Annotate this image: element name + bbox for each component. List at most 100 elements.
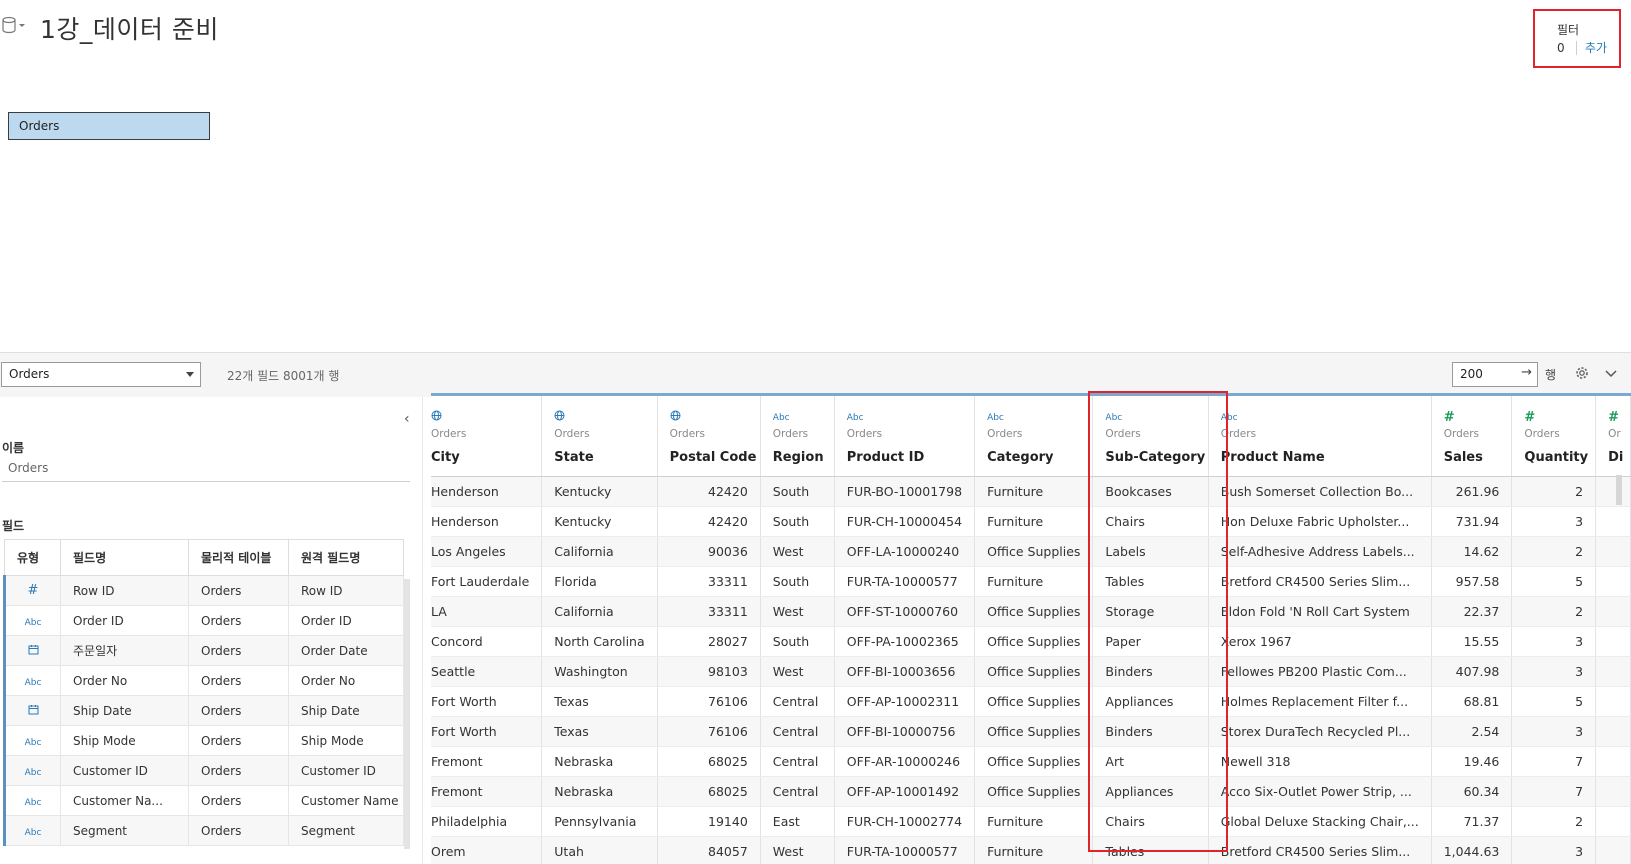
- table-cell[interactable]: [1595, 656, 1631, 687]
- table-cell[interactable]: California: [541, 596, 658, 627]
- table-cell[interactable]: Bookcases: [1092, 476, 1209, 507]
- field-name-cell[interactable]: Ship Date: [60, 695, 189, 726]
- table-cell[interactable]: 2: [1511, 596, 1597, 627]
- table-cell[interactable]: Orem: [431, 836, 543, 864]
- table-cell[interactable]: Fremont: [431, 746, 543, 777]
- string-type-icon[interactable]: Abc: [1221, 410, 1430, 426]
- table-cell[interactable]: Philadelphia: [431, 806, 543, 837]
- table-cell[interactable]: Appliances: [1092, 686, 1209, 717]
- table-cell[interactable]: 5: [1511, 686, 1597, 717]
- gear-icon[interactable]: [1574, 365, 1590, 381]
- table-cell[interactable]: 957.58: [1431, 566, 1513, 597]
- table-cell[interactable]: Bush Somerset Collection Bo...: [1208, 476, 1432, 507]
- table-cell[interactable]: 42420: [657, 476, 761, 507]
- field-row[interactable]: 주문일자 Orders Order Date: [3, 635, 404, 666]
- add-filter-link[interactable]: 추가: [1585, 39, 1607, 56]
- database-icon[interactable]: [2, 16, 28, 34]
- table-cell[interactable]: 68.81: [1431, 686, 1513, 717]
- table-cell[interactable]: Furniture: [974, 476, 1094, 507]
- field-type-cell[interactable]: Abc: [3, 725, 61, 756]
- table-cell[interactable]: Central: [760, 746, 835, 777]
- table-cell[interactable]: Utah: [541, 836, 658, 864]
- panel-scrollbar[interactable]: [404, 579, 410, 849]
- table-cell[interactable]: Holmes Replacement Filter f...: [1208, 686, 1432, 717]
- table-cell[interactable]: South: [760, 476, 835, 507]
- table-cell[interactable]: Concord: [431, 626, 543, 657]
- table-cell[interactable]: OFF-BI-10000756: [834, 716, 976, 747]
- table-cell[interactable]: OFF-AR-10000246: [834, 746, 976, 777]
- table-cell[interactable]: South: [760, 506, 835, 537]
- column-header-state[interactable]: Orders State: [541, 396, 658, 477]
- table-cell[interactable]: 2: [1511, 806, 1597, 837]
- table-cell[interactable]: 1,044.63: [1431, 836, 1513, 864]
- table-cell[interactable]: [1595, 476, 1631, 507]
- field-name-cell[interactable]: Customer Na...: [60, 785, 189, 816]
- table-cell[interactable]: FUR-CH-10000454: [834, 506, 976, 537]
- table-cell[interactable]: [1595, 566, 1631, 597]
- table-cell[interactable]: [1595, 776, 1631, 807]
- column-name[interactable]: Di: [1608, 450, 1629, 465]
- field-row[interactable]: # Row ID Orders Row ID: [3, 575, 404, 606]
- table-cell[interactable]: Tables: [1092, 836, 1209, 864]
- column-name[interactable]: Product ID: [847, 450, 974, 465]
- field-row[interactable]: Abc Ship Mode Orders Ship Mode: [3, 725, 404, 756]
- table-cell[interactable]: Central: [760, 686, 835, 717]
- table-cell[interactable]: Office Supplies: [974, 596, 1094, 627]
- table-cell[interactable]: Office Supplies: [974, 716, 1094, 747]
- table-cell[interactable]: Pennsylvania: [541, 806, 658, 837]
- table-cell[interactable]: Furniture: [974, 806, 1094, 837]
- table-cell[interactable]: Central: [760, 716, 835, 747]
- column-name[interactable]: Postal Code: [670, 450, 760, 465]
- column-name[interactable]: State: [554, 450, 656, 465]
- table-cell[interactable]: California: [541, 536, 658, 567]
- field-type-cell[interactable]: Abc: [3, 785, 61, 816]
- page-title[interactable]: 1강_데이터 준비: [40, 10, 219, 46]
- number-type-icon[interactable]: #: [1608, 410, 1629, 426]
- table-cell[interactable]: 3: [1511, 716, 1597, 747]
- table-cell[interactable]: Texas: [541, 716, 658, 747]
- table-cell[interactable]: Fellowes PB200 Plastic Com...: [1208, 656, 1432, 687]
- table-cell[interactable]: FUR-BO-10001798: [834, 476, 976, 507]
- table-cell[interactable]: Chairs: [1092, 806, 1209, 837]
- table-cell[interactable]: [1595, 596, 1631, 627]
- table-pill-orders[interactable]: Orders: [8, 112, 210, 140]
- string-type-icon[interactable]: Abc: [773, 410, 833, 426]
- table-cell[interactable]: Fort Lauderdale: [431, 566, 543, 597]
- table-cell[interactable]: OFF-AP-10001492: [834, 776, 976, 807]
- column-header-postal-code[interactable]: Orders Postal Code: [657, 396, 761, 477]
- globe-icon[interactable]: [431, 410, 541, 426]
- field-row[interactable]: Abc Customer ID Orders Customer ID: [3, 755, 404, 786]
- table-cell[interactable]: FUR-TA-10000577: [834, 566, 976, 597]
- table-cell[interactable]: Fremont: [431, 776, 543, 807]
- field-name-cell[interactable]: Row ID: [60, 575, 189, 606]
- field-name-cell[interactable]: Segment: [60, 815, 189, 846]
- table-cell[interactable]: Kentucky: [541, 476, 658, 507]
- table-cell[interactable]: OFF-AP-10002311: [834, 686, 976, 717]
- table-cell[interactable]: [1595, 536, 1631, 567]
- table-select[interactable]: Orders: [1, 362, 201, 387]
- column-header-di[interactable]: # Or Di: [1595, 396, 1631, 477]
- arrow-right-icon[interactable]: →: [1521, 365, 1532, 380]
- string-type-icon[interactable]: Abc: [847, 410, 974, 426]
- table-cell[interactable]: 68025: [657, 746, 761, 777]
- field-row[interactable]: Abc Customer Na... Orders Customer Name: [3, 785, 404, 816]
- column-header-city[interactable]: Orders City: [431, 396, 543, 477]
- table-cell[interactable]: Xerox 1967: [1208, 626, 1432, 657]
- chevron-down-icon[interactable]: [1604, 367, 1618, 379]
- field-type-cell[interactable]: Abc: [3, 815, 61, 846]
- table-cell[interactable]: [1595, 746, 1631, 777]
- table-cell[interactable]: Office Supplies: [974, 536, 1094, 567]
- table-cell[interactable]: OFF-PA-10002365: [834, 626, 976, 657]
- table-cell[interactable]: West: [760, 536, 835, 567]
- table-cell[interactable]: 90036: [657, 536, 761, 567]
- column-name[interactable]: City: [431, 450, 541, 465]
- table-cell[interactable]: 28027: [657, 626, 761, 657]
- table-cell[interactable]: OFF-LA-10000240: [834, 536, 976, 567]
- field-row[interactable]: Abc Order ID Orders Order ID: [3, 605, 404, 636]
- field-name-cell[interactable]: Ship Mode: [60, 725, 189, 756]
- table-cell[interactable]: Tables: [1092, 566, 1209, 597]
- table-cell[interactable]: Furniture: [974, 836, 1094, 864]
- table-cell[interactable]: Office Supplies: [974, 686, 1094, 717]
- table-cell[interactable]: East: [760, 806, 835, 837]
- field-row[interactable]: Abc Order No Orders Order No: [3, 665, 404, 696]
